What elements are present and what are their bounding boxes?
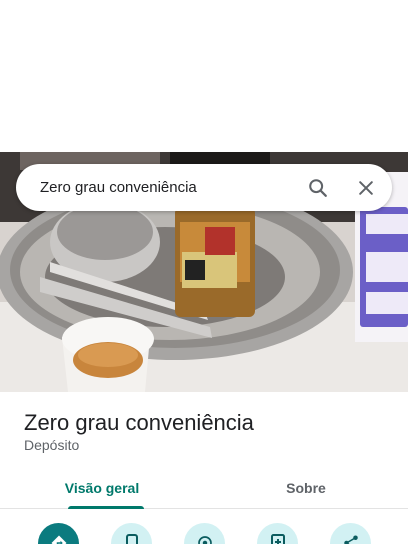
tab-about-label: Sobre: [286, 480, 326, 496]
close-icon[interactable]: [342, 164, 390, 211]
place-category: Depósito: [24, 437, 80, 453]
place-title: Zero grau conveniência: [24, 410, 254, 435]
search-icon[interactable]: [294, 164, 342, 211]
save-icon: [270, 534, 286, 544]
tab-bar: Visão geral Sobre: [0, 468, 408, 509]
tab-about[interactable]: Sobre: [204, 468, 408, 508]
map-area: [0, 0, 408, 152]
tab-overview[interactable]: Visão geral: [0, 468, 204, 509]
location-icon: [196, 534, 214, 544]
directions-button[interactable]: [38, 523, 79, 544]
search-input[interactable]: Zero grau conveniência: [40, 179, 294, 196]
directions-icon: [50, 534, 68, 544]
location-button[interactable]: [184, 523, 225, 544]
share-button[interactable]: [330, 523, 371, 544]
save-button[interactable]: [257, 523, 298, 544]
search-bar[interactable]: Zero grau conveniência: [16, 164, 392, 211]
phone-icon: [124, 534, 140, 544]
call-button[interactable]: [111, 523, 152, 544]
tab-overview-label: Visão geral: [64, 480, 140, 496]
action-bar: [0, 520, 408, 544]
share-icon: [342, 534, 360, 544]
